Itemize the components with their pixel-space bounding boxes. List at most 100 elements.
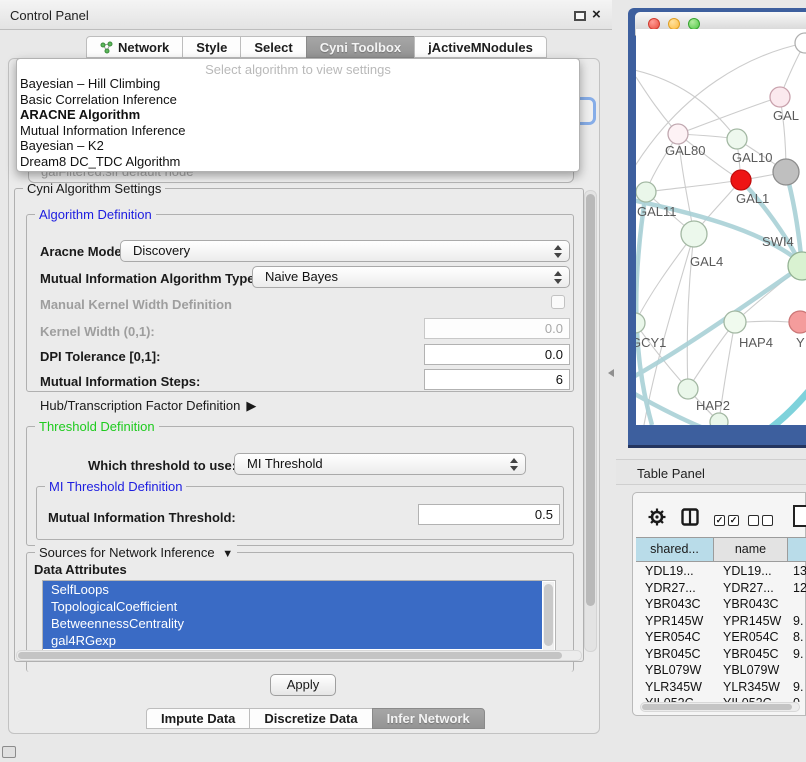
network-node-gal80[interactable] (668, 124, 688, 144)
mi-steps-field[interactable]: 6 (424, 369, 570, 390)
network-node[interactable] (710, 413, 728, 425)
node-label-hap4: HAP4 (739, 335, 773, 350)
table-cell: YLR345W (714, 679, 788, 696)
deselect-all-button[interactable] (748, 512, 776, 527)
network-graph: GALGAL80GAL10GAL1GAL11GAL4SWI4GCY1HAP4YH… (636, 29, 806, 425)
algorithm-dropdown-placeholder: Select algorithm to view settings (17, 59, 579, 76)
apply-button[interactable]: Apply (270, 674, 336, 696)
settings-horizontal-scrollbar-thumb[interactable] (18, 652, 562, 659)
network-node-gal10[interactable] (727, 129, 747, 149)
tab-select[interactable]: Select (240, 36, 306, 58)
bottom-tab-infer-network[interactable]: Infer Network (372, 708, 485, 729)
column-header-shared[interactable]: shared... (636, 538, 714, 561)
tab-label: Cyni Toolbox (320, 40, 401, 55)
threshold-definition-legend: Threshold Definition (35, 419, 159, 434)
network-node[interactable] (795, 33, 806, 53)
network-node-gal1[interactable] (731, 170, 751, 190)
sources-legend[interactable]: Sources for Network Inference ▼ (35, 545, 237, 560)
network-node-gal11[interactable] (636, 182, 656, 202)
tab-style[interactable]: Style (182, 36, 241, 58)
control-panel-tabs: NetworkStyle Select Cyni Toolbox jActiveMNo… (86, 36, 547, 58)
table-row[interactable]: YDR27...YDR27...12 (636, 580, 806, 597)
mi-steps-label: Mutual Information Steps: (40, 374, 200, 389)
tab-label: Infer Network (387, 709, 470, 729)
network-edge-bright (764, 385, 806, 425)
gear-icon (648, 508, 666, 526)
mi-threshold-label: Mutual Information Threshold: (48, 510, 236, 525)
node-label-gal1: GAL1 (736, 191, 769, 206)
algorithm-option-bayesian-hill-climbing[interactable]: Bayesian – Hill Climbing (17, 76, 579, 92)
collapsed-panel-icon[interactable] (2, 746, 16, 758)
table-row[interactable]: YIL052CYIL052C0. (636, 695, 806, 702)
algorithm-option-bayesian-k2[interactable]: Bayesian – K2 (17, 138, 579, 154)
node-label-gal: GAL (773, 108, 799, 123)
network-node-gal[interactable] (770, 87, 790, 107)
node-label-gal10: GAL10 (732, 150, 772, 165)
mi-type-combo[interactable]: Naive Bayes (252, 266, 570, 288)
column-header-name[interactable]: name (714, 538, 788, 561)
algorithm-option-basic-correlation-inference[interactable]: Basic Correlation Inference (17, 92, 579, 108)
table-row[interactable]: YPR145WYPR145W9. (636, 613, 806, 630)
algorithm-option-dream8-dc-tdc-algorithm[interactable]: Dream8 DC_TDC Algorithm (17, 154, 579, 170)
algorithm-option-mutual-information-inference[interactable]: Mutual Information Inference (17, 123, 579, 139)
settings-vertical-scrollbar-thumb[interactable] (586, 194, 595, 606)
select-all-button[interactable]: ✓✓ (714, 512, 742, 527)
checked-box-icon: ✓ (728, 515, 739, 526)
attribute-item-topologicalcoefficient[interactable]: TopologicalCoefficient (43, 598, 542, 615)
table-row[interactable]: YBR043CYBR043C (636, 596, 806, 613)
node-label-hap2: HAP2 (696, 398, 730, 413)
node-label-gal4: GAL4 (690, 254, 723, 269)
bottom-tab-discretize-data[interactable]: Discretize Data (249, 708, 372, 729)
column-header-partial[interactable] (788, 538, 806, 561)
network-node-hap4[interactable] (724, 311, 746, 333)
attribute-item-betweennesscentrality[interactable]: BetweennessCentrality (43, 615, 542, 632)
network-node-y[interactable] (789, 311, 806, 333)
attribute-item-selfloops[interactable]: SelfLoops (43, 581, 542, 598)
splitter-grip-icon[interactable] (608, 369, 614, 377)
mi-threshold-field[interactable]: 0.5 (418, 504, 560, 525)
algorithm-option-aracne-algorithm[interactable]: ARACNE Algorithm (17, 107, 579, 123)
list-scrollbar[interactable] (543, 582, 554, 652)
document-icon[interactable] (793, 505, 806, 527)
table-cell: YER054C (636, 629, 714, 646)
network-node-hap2[interactable] (678, 379, 698, 399)
node-label-y: Y (796, 335, 805, 350)
column-view-button[interactable] (681, 508, 699, 529)
node-label-gal11: GAL11 (637, 204, 677, 219)
table-row[interactable]: YBL079WYBL079W (636, 662, 806, 679)
network-node[interactable] (773, 159, 799, 185)
tab-label: jActiveMNodules (428, 40, 533, 55)
table-cell: YBR043C (636, 596, 714, 613)
bottom-tabs: Impute DataDiscretize Data Infer Network (146, 708, 485, 729)
table-row[interactable]: YDL19...YDL19...13 (636, 563, 806, 580)
tab-network[interactable]: Network (86, 36, 183, 58)
close-icon[interactable]: × (592, 6, 601, 23)
data-attributes-list[interactable]: SelfLoopsTopologicalCoefficientBetweenne… (42, 580, 556, 652)
table-cell (788, 662, 806, 679)
manual-kernel-checkbox[interactable] (551, 295, 565, 309)
table-row[interactable]: YLR345WYLR345W9. (636, 679, 806, 696)
tab-cyni-toolbox[interactable]: Cyni Toolbox (306, 36, 415, 58)
table-row[interactable]: YBR045CYBR045C9. (636, 646, 806, 663)
bottom-tab-impute-data[interactable]: Impute Data (146, 708, 250, 729)
network-view-window: GALGAL80GAL10GAL1GAL11GAL4SWI4GCY1HAP4YH… (628, 8, 806, 448)
table-cell: YBR043C (714, 596, 788, 613)
tab-jactivemnodules[interactable]: jActiveMNodules (414, 36, 547, 58)
table-row[interactable]: YER054CYER054C8. (636, 629, 806, 646)
hub-section-toggle[interactable]: Hub/Transcription Factor Definition▶ (40, 398, 256, 414)
network-canvas[interactable]: GALGAL80GAL10GAL1GAL11GAL4SWI4GCY1HAP4YH… (636, 29, 806, 425)
table-horizontal-scrollbar-thumb[interactable] (642, 704, 792, 710)
network-node-gal4[interactable] (681, 221, 707, 247)
tab-label: Select (254, 40, 292, 55)
aracne-mode-combo[interactable]: Discovery (120, 240, 570, 262)
table-cell: YDR27... (636, 580, 714, 597)
table-rows: YDL19...YDL19...13YDR27...YDR27...12YBR0… (636, 563, 806, 702)
float-panel-icon[interactable] (574, 11, 586, 21)
network-node-gcy1[interactable] (636, 313, 645, 333)
dpi-tolerance-field[interactable]: 0.0 (424, 344, 570, 365)
table-settings-button[interactable] (648, 508, 666, 529)
which-threshold-combo[interactable]: MI Threshold (234, 453, 526, 475)
attribute-item-gal4rgexp[interactable]: gal4RGexp (43, 632, 542, 649)
kernel-width-field[interactable]: 0.0 (424, 318, 570, 339)
table-cell: 12 (788, 580, 806, 597)
